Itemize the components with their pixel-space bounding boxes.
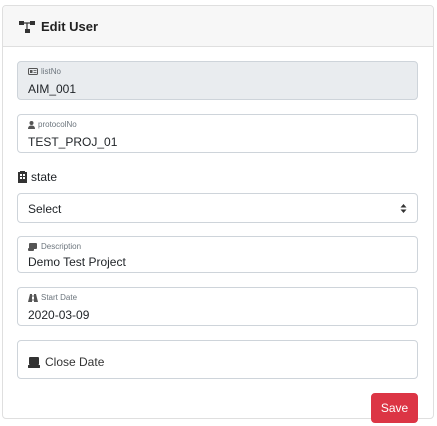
state-label-row: state [18, 170, 57, 184]
state-select[interactable]: Select [17, 193, 418, 223]
page-title: Edit User [41, 19, 99, 34]
list-no-label: listNo [41, 67, 62, 76]
chevron-updown-icon [400, 204, 407, 213]
card-header: Edit User [3, 6, 433, 47]
state-label: state [31, 170, 58, 184]
building-icon [18, 171, 27, 183]
protocol-no-field[interactable]: protocolNo TEST_PROJ_01 [17, 114, 418, 153]
protocol-no-value: TEST_PROJ_01 [28, 135, 118, 149]
close-date-placeholder: Close Date [45, 355, 105, 369]
description-field[interactable]: Description Demo Test Project [17, 236, 418, 273]
start-date-value: 2020-03-09 [28, 308, 90, 322]
list-no-value: AIM_001 [28, 82, 77, 96]
user-icon [28, 120, 35, 129]
start-date-field[interactable]: Start Date 2020-03-09 [17, 287, 418, 326]
list-no-field[interactable]: listNo AIM_001 [17, 61, 418, 100]
road-icon [28, 293, 38, 302]
protocol-no-label: protocolNo [38, 120, 77, 129]
calendar-icon [28, 356, 40, 368]
state-selected-value: Select [28, 202, 62, 216]
id-card-icon [28, 68, 38, 75]
description-value: Demo Test Project [28, 255, 126, 269]
sitemap-icon [19, 21, 35, 33]
scroll-icon [28, 242, 37, 251]
save-button[interactable]: Save [371, 393, 418, 423]
description-label: Description [41, 242, 82, 251]
close-date-field[interactable]: Close Date [17, 340, 418, 379]
start-date-label: Start Date [41, 293, 78, 302]
